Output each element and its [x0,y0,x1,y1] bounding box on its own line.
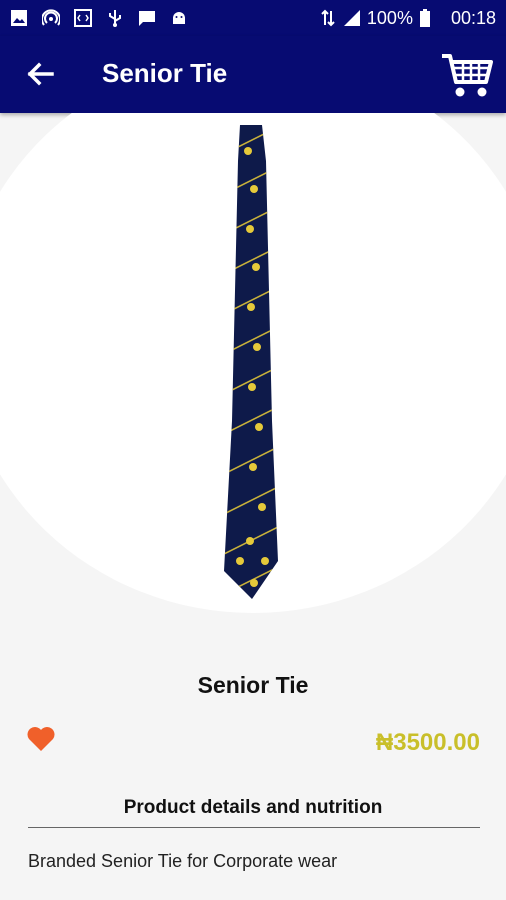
usb-icon [109,10,121,27]
data-arrows-icon [321,9,335,27]
arrow-back-icon[interactable] [24,58,56,90]
android-icon [173,12,185,24]
code-icon [74,9,92,27]
signal-icon [343,10,360,26]
image-icon [11,10,27,26]
battery-percent: 100% [366,7,413,28]
shopping-cart-icon[interactable] [440,50,494,100]
hotspot-icon [42,9,60,26]
heart-icon[interactable] [26,726,56,752]
product-name: Senior Tie [197,672,309,698]
clock: 00:18 [450,7,496,28]
details-heading: Product details and nutrition [123,797,383,818]
tie-image [224,125,278,599]
page-title: Senior Tie [102,58,228,88]
divider [28,827,480,828]
app-bar: Senior Tie [0,36,506,113]
message-icon [139,11,155,26]
battery-icon [419,9,430,27]
product-description: Branded Senior Tie for Corporate wear [28,851,338,871]
status-bar: 100% 00:18 [0,0,506,36]
product-image-area [0,113,506,623]
product-price: ₦3500.00 [375,729,480,756]
